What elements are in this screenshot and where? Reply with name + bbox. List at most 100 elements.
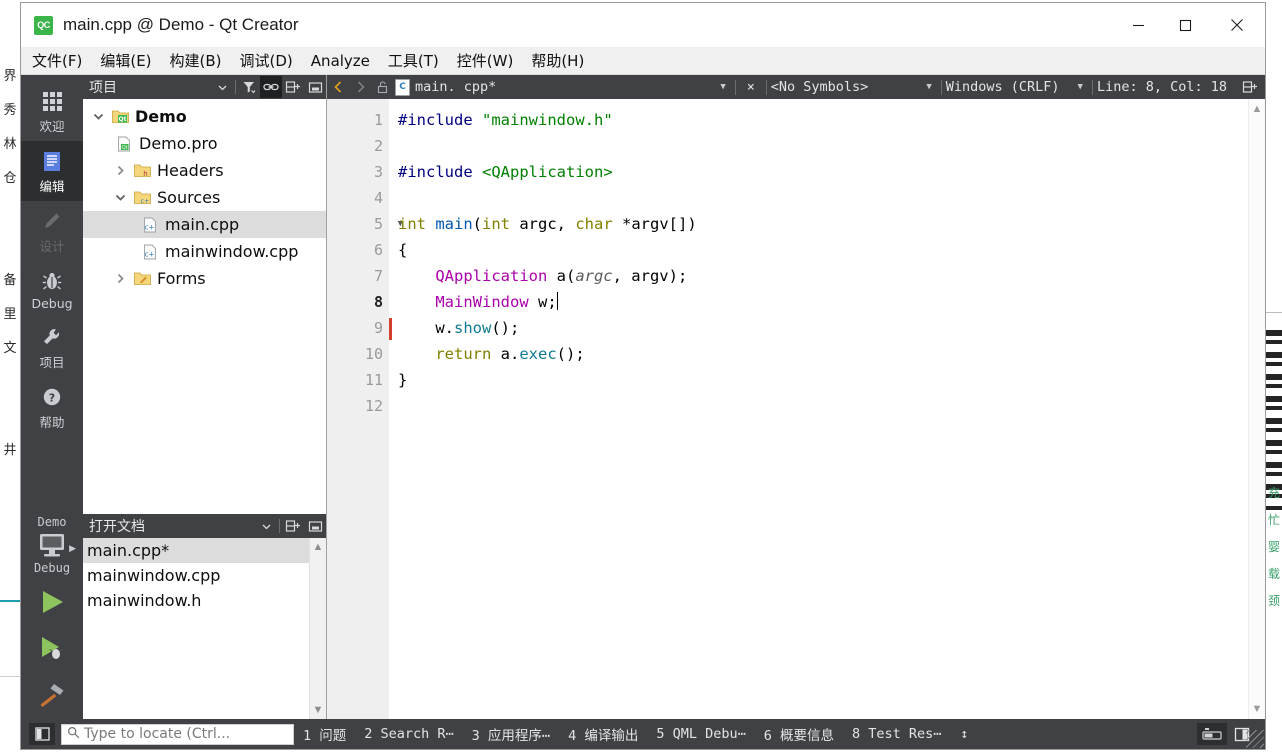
line-number: 6: [373, 241, 383, 259]
run-button[interactable]: [21, 581, 83, 627]
mode-button-welcome[interactable]: 欢迎: [21, 81, 83, 141]
menu-widgets[interactable]: 控件(W): [448, 48, 523, 73]
mode-label-help: 帮助: [39, 415, 65, 430]
code-token: *argv[]): [622, 215, 697, 233]
output-pane-app-output[interactable]: 3 应用程序⋯: [463, 724, 559, 744]
tree-item-demo-pro[interactable]: Qt Demo.pro: [83, 130, 326, 157]
progress-bar-icon[interactable]: [1197, 723, 1227, 745]
code-text-area[interactable]: #include "mainwindow.h" #include <QAppli…: [389, 99, 1248, 719]
filter-icon[interactable]: [238, 76, 260, 98]
resize-grip[interactable]: [1246, 730, 1264, 748]
tree-item-mainwindow-cpp[interactable]: c+ mainwindow.cpp: [83, 238, 326, 265]
kit-selector[interactable]: Demo ▶ Debug: [21, 515, 83, 581]
code-token: int: [398, 215, 436, 233]
mode-button-help[interactable]: ? 帮助: [21, 377, 83, 437]
navigate-forward-button[interactable]: [349, 75, 371, 99]
left-dock: 项目 Qt Demo Qt Demo.pro h Headers c+ Sour…: [83, 75, 327, 719]
scroll-down-arrow-icon[interactable]: ▼: [313, 701, 324, 719]
chevron-down-icon[interactable]: [211, 76, 233, 98]
menu-debug[interactable]: 调试(D): [231, 48, 302, 73]
output-pane-compile[interactable]: 4 编译输出: [559, 724, 647, 744]
code-token: ,: [556, 215, 576, 233]
collapse-icon[interactable]: [304, 76, 326, 98]
editor-vertical-scrollbar[interactable]: ▲ ▼: [1248, 99, 1265, 719]
menu-file[interactable]: 文件(F): [23, 48, 91, 73]
line-number-text: 9: [373, 319, 383, 337]
code-line-7: QApplication a(argc, argv);: [398, 263, 1248, 289]
output-pane-qml-debug[interactable]: 5 QML Debu⋯: [647, 726, 754, 742]
open-document-mainwindow-h[interactable]: mainwindow.h: [83, 588, 326, 613]
lock-icon[interactable]: [371, 75, 393, 99]
chevron-right-icon[interactable]: [109, 164, 131, 177]
cursor-position-indicator[interactable]: Line: 8, Col: 18: [1097, 75, 1227, 99]
code-token: w;: [528, 293, 557, 311]
mode-button-debug[interactable]: Debug: [21, 261, 83, 317]
chevron-down-icon[interactable]: [255, 515, 277, 537]
tree-item-forms[interactable]: Forms: [83, 265, 326, 292]
open-document-main-cpp[interactable]: main.cpp*: [83, 538, 326, 563]
locator-input[interactable]: Type to locate (Ctrl...: [61, 723, 294, 745]
output-pane-issues[interactable]: 1 问题: [294, 724, 355, 744]
navigate-back-button[interactable]: [327, 75, 349, 99]
line-number: 10: [364, 345, 383, 363]
close-file-button[interactable]: ×: [740, 75, 762, 99]
mode-button-edit[interactable]: 编辑: [21, 141, 83, 201]
scroll-up-arrow-icon[interactable]: ▲: [313, 538, 324, 556]
output-pane-search[interactable]: 2 Search R⋯: [355, 726, 462, 742]
split-editor-icon[interactable]: [1239, 75, 1261, 99]
line-ending-selector[interactable]: Windows (CRLF) ▼: [946, 75, 1088, 99]
current-file-selector[interactable]: main. cpp*: [415, 75, 496, 99]
tree-item-demo[interactable]: Qt Demo: [83, 103, 326, 130]
toggle-sidebar-button[interactable]: [29, 723, 55, 745]
scroll-down-arrow-icon[interactable]: ▼: [1252, 699, 1263, 719]
symbol-selector[interactable]: <No Symbols> ▼: [771, 75, 937, 99]
open-documents-list[interactable]: main.cpp* mainwindow.cpp mainwindow.h ▲ …: [83, 538, 326, 719]
open-documents-scrollbar[interactable]: ▲ ▼: [309, 538, 326, 719]
split-add-icon[interactable]: [282, 76, 304, 98]
menu-build[interactable]: 构建(B): [161, 48, 231, 73]
chevron-down-icon[interactable]: [109, 191, 131, 204]
start-debugging-button[interactable]: [21, 627, 83, 673]
link-icon[interactable]: [260, 76, 282, 98]
chevron-down-icon[interactable]: [87, 110, 109, 123]
line-number-text: 5: [373, 215, 383, 233]
code-line-3: #include <QApplication>: [398, 159, 1248, 185]
menu-analyze[interactable]: Analyze: [302, 50, 379, 72]
mode-button-projects[interactable]: 项目: [21, 317, 83, 377]
open-document-mainwindow-cpp[interactable]: mainwindow.cpp: [83, 563, 326, 588]
maximize-button[interactable]: [1162, 3, 1209, 47]
collapse-icon[interactable]: [304, 515, 326, 537]
text-cursor: [556, 292, 558, 310]
split-add-icon[interactable]: [282, 515, 304, 537]
cursor-position-value: Line: 8, Col: 18: [1096, 79, 1227, 95]
mode-label-welcome: 欢迎: [39, 119, 65, 134]
tree-item-main-cpp[interactable]: c+ main.cpp: [83, 211, 326, 238]
code-token: w.: [398, 319, 454, 337]
output-pane-test-results[interactable]: 8 Test Res⋯: [843, 726, 950, 742]
symbol-selector-arrow-icon[interactable]: ▼: [926, 82, 931, 92]
minimize-button[interactable]: [1115, 3, 1162, 47]
mode-button-design[interactable]: 设计: [21, 201, 83, 261]
menu-edit[interactable]: 编辑(E): [91, 48, 160, 73]
output-pane-updown-icon[interactable]: ↕: [950, 727, 978, 742]
scroll-up-arrow-icon[interactable]: ▲: [1252, 99, 1263, 119]
menu-help[interactable]: 帮助(H): [522, 48, 593, 73]
menu-tools[interactable]: 工具(T): [379, 48, 448, 73]
tree-item-sources[interactable]: c+ Sources: [83, 184, 326, 211]
svg-text:?: ?: [49, 392, 55, 405]
project-tree-panel[interactable]: Qt Demo Qt Demo.pro h Headers c+ Sources…: [83, 99, 326, 514]
build-button[interactable]: [21, 673, 83, 719]
code-line-9: w.show();: [398, 315, 1248, 341]
tree-label-forms: Forms: [157, 269, 206, 288]
symbol-selector-value: <No Symbols>: [770, 79, 869, 95]
chevron-right-icon[interactable]: [109, 272, 131, 285]
tree-item-headers[interactable]: h Headers: [83, 157, 326, 184]
line-ending-arrow-icon[interactable]: ▼: [1078, 82, 1083, 92]
document-lines-icon: [41, 148, 63, 174]
file-selector-arrow-icon[interactable]: ▼: [720, 82, 725, 92]
tree-label-main-cpp: main.cpp: [165, 215, 240, 234]
close-button[interactable]: [1209, 3, 1265, 47]
line-number-gutter[interactable]: 1 2 3 4 5 ▼ 6 7 8 9 10 11 12: [327, 99, 403, 719]
output-pane-general[interactable]: 6 概要信息: [755, 724, 843, 744]
